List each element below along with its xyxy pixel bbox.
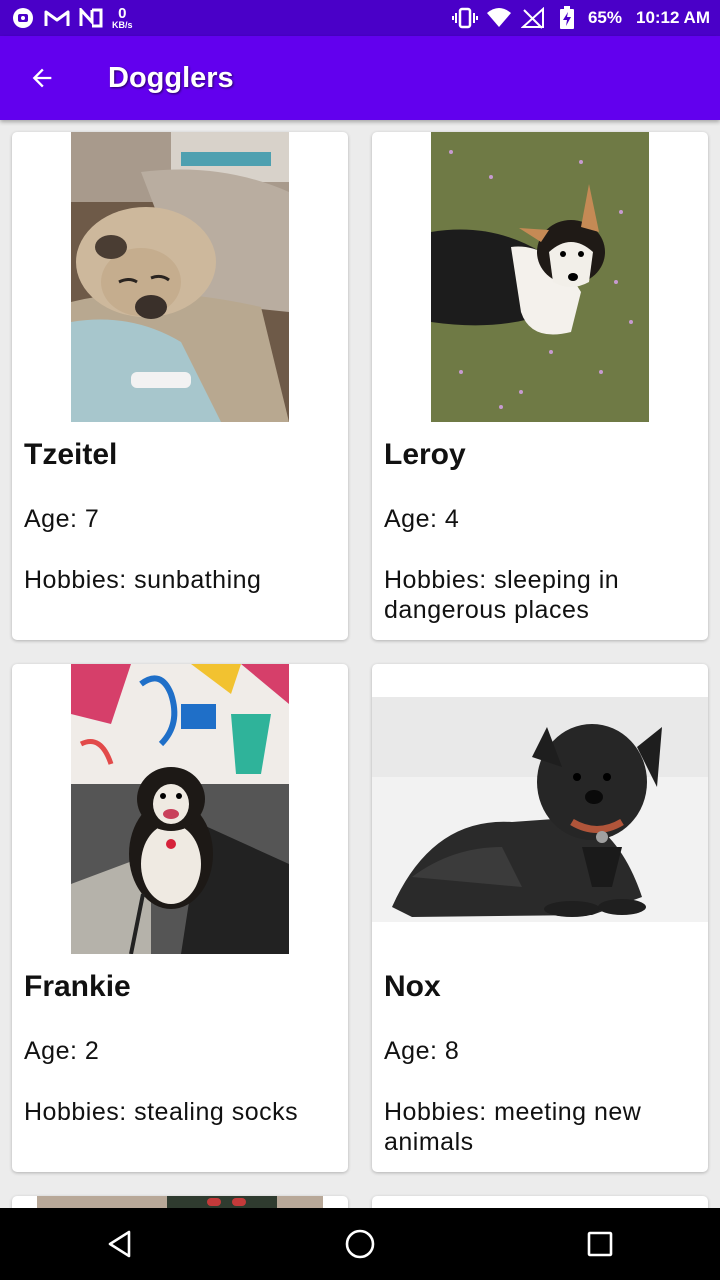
page-title: Dogglers: [108, 61, 234, 94]
dog-name: Frankie: [24, 970, 131, 1003]
battery-percent: 65%: [587, 8, 622, 27]
nav-home-button[interactable]: [324, 1208, 396, 1280]
dog-age: Age: 8: [384, 1037, 460, 1065]
system-nav-bar: [0, 1208, 720, 1280]
dog-name: Nox: [384, 970, 441, 1003]
network-speed: 0 KB/s: [112, 6, 133, 30]
dog-photo-tzeitel: [12, 132, 348, 422]
dog-name: Leroy: [384, 438, 466, 471]
dog-hobbies: Hobbies: stealing socks: [24, 1098, 299, 1126]
network-speed-unit: KB/s: [112, 20, 133, 30]
news-icon: [78, 7, 104, 29]
dog-age: Age: 4: [384, 505, 460, 533]
wifi-icon: [486, 7, 512, 29]
network-speed-value: 0: [118, 5, 127, 22]
dog-photo-leroy: [372, 132, 708, 422]
dog-hobbies: Hobbies: sleeping in dangerous places: [384, 566, 620, 624]
app-bar: Dogglers: [0, 36, 720, 120]
back-button[interactable]: [0, 36, 84, 120]
dog-age: Age: 7: [24, 505, 100, 533]
clock: 10:12 AM: [635, 8, 710, 27]
app-screen: 0 KB/s 65% 10:12 AM Dogglers Tzeitel Age…: [0, 0, 720, 1280]
dog-card: Nox Age: 8 Hobbies: meeting new animals: [372, 664, 708, 1172]
dog-card: Tzeitel Age: 7 Hobbies: sunbathing: [12, 132, 348, 640]
dog-photo-nox: [372, 664, 708, 954]
circle-home-icon: [345, 1229, 375, 1259]
square-recents-icon: [587, 1231, 613, 1257]
nav-recents-button[interactable]: [564, 1208, 636, 1280]
arrow-back-icon: [32, 68, 52, 88]
gmail-icon: [44, 7, 70, 29]
dog-card: Leroy Age: 4 Hobbies: sleeping in danger…: [372, 132, 708, 640]
dog-hobbies: Hobbies: meeting new animals: [384, 1098, 642, 1156]
battery-charging-icon: [554, 6, 580, 29]
dog-hobbies: Hobbies: sunbathing: [24, 566, 262, 594]
dog-card: Frankie Age: 2 Hobbies: stealing socks: [12, 664, 348, 1172]
no-signal-icon: [520, 7, 546, 29]
triangle-back-icon: [108, 1230, 131, 1258]
vibrate-icon: [451, 7, 478, 29]
nav-back-button[interactable]: [84, 1208, 156, 1280]
dog-age: Age: 2: [24, 1037, 100, 1065]
status-bar: 0 KB/s 65% 10:12 AM: [0, 0, 720, 36]
dog-name: Tzeitel: [24, 438, 118, 471]
dog-photo-frankie: [12, 664, 348, 954]
app-notification-icon: [10, 7, 36, 29]
